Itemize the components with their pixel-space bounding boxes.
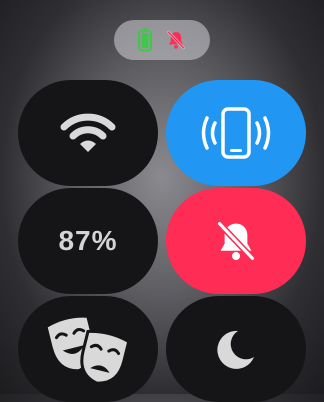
- status-indicators: [114, 20, 210, 60]
- silent-mode-toggle[interactable]: [166, 188, 306, 294]
- moon-icon: [214, 327, 258, 371]
- battery-button[interactable]: 87%: [18, 188, 158, 294]
- wifi-toggle[interactable]: [18, 80, 158, 186]
- iphone-ping-icon: [198, 105, 274, 161]
- do-not-disturb-toggle[interactable]: [166, 296, 306, 402]
- theater-mode-toggle[interactable]: [18, 296, 158, 402]
- battery-charging-icon: [138, 28, 152, 52]
- theater-masks-icon: [46, 314, 130, 384]
- battery-percentage: 87%: [58, 225, 118, 256]
- wifi-icon: [60, 111, 116, 155]
- ping-iphone-button[interactable]: [166, 80, 306, 186]
- bell-slash-indicator-icon: [166, 29, 186, 51]
- bell-slash-icon: [214, 218, 258, 264]
